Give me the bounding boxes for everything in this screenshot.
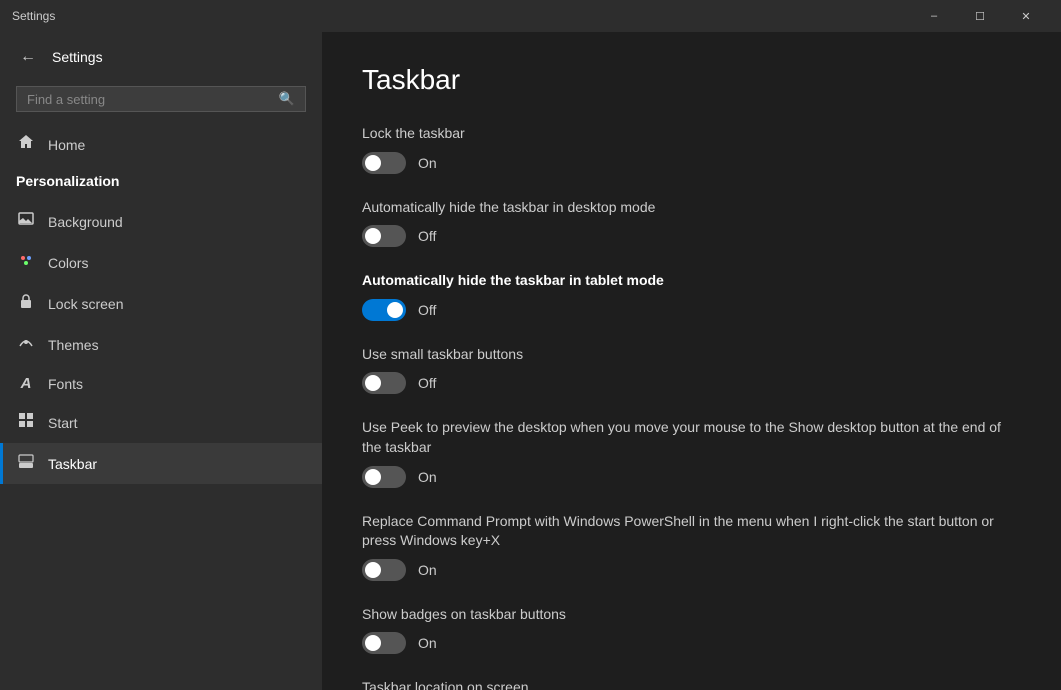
lock-taskbar-toggle[interactable]: [362, 152, 406, 174]
sidebar-item-lock-screen-label: Lock screen: [48, 296, 123, 312]
small-buttons-toggle[interactable]: [362, 372, 406, 394]
sidebar-item-background-label: Background: [48, 214, 123, 230]
setting-peek-preview: Use Peek to preview the desktop when you…: [362, 418, 1021, 487]
sidebar-item-colors-label: Colors: [48, 255, 88, 271]
peek-preview-toggle-thumb: [365, 469, 381, 485]
lock-taskbar-label: Lock the taskbar: [362, 124, 1021, 144]
small-buttons-toggle-row: Off: [362, 372, 1021, 394]
show-badges-toggle[interactable]: [362, 632, 406, 654]
titlebar-controls: – ☐ ✕: [911, 0, 1049, 32]
main-layout: ← Settings 🔍 Home Personalization: [0, 32, 1061, 690]
search-input[interactable]: [27, 92, 271, 107]
auto-hide-desktop-toggle-thumb: [365, 228, 381, 244]
content-area: Taskbar Lock the taskbar On Automaticall…: [322, 32, 1061, 690]
auto-hide-tablet-toggle-thumb: [387, 302, 403, 318]
replace-cmd-toggle-row: On: [362, 559, 1021, 581]
sidebar-item-themes-label: Themes: [48, 337, 99, 353]
show-badges-toggle-row: On: [362, 632, 1021, 654]
sidebar-item-background[interactable]: Background: [0, 201, 322, 242]
sidebar-item-home-label: Home: [48, 137, 85, 153]
replace-cmd-state: On: [418, 562, 437, 578]
small-buttons-toggle-thumb: [365, 375, 381, 391]
show-badges-toggle-thumb: [365, 635, 381, 651]
background-icon: [16, 211, 36, 232]
close-button[interactable]: ✕: [1003, 0, 1049, 32]
setting-taskbar-location: Taskbar location on screen Bottom ▾: [362, 678, 1021, 690]
search-box[interactable]: 🔍: [16, 86, 306, 112]
titlebar-title: Settings: [12, 9, 911, 23]
maximize-button[interactable]: ☐: [957, 0, 1003, 32]
sidebar-section-title: Personalization: [0, 165, 322, 201]
replace-cmd-toggle[interactable]: [362, 559, 406, 581]
titlebar: Settings – ☐ ✕: [0, 0, 1061, 32]
lock-taskbar-state: On: [418, 155, 437, 171]
setting-lock-taskbar: Lock the taskbar On: [362, 124, 1021, 174]
start-icon: [16, 412, 36, 433]
replace-cmd-toggle-thumb: [365, 562, 381, 578]
taskbar-icon: [16, 453, 36, 474]
auto-hide-tablet-label: Automatically hide the taskbar in tablet…: [362, 271, 1021, 291]
setting-show-badges: Show badges on taskbar buttons On: [362, 605, 1021, 655]
auto-hide-desktop-label: Automatically hide the taskbar in deskto…: [362, 198, 1021, 218]
auto-hide-desktop-toggle[interactable]: [362, 225, 406, 247]
setting-replace-cmd: Replace Command Prompt with Windows Powe…: [362, 512, 1021, 581]
sidebar-item-home[interactable]: Home: [0, 124, 322, 165]
show-badges-label: Show badges on taskbar buttons: [362, 605, 1021, 625]
replace-cmd-label: Replace Command Prompt with Windows Powe…: [362, 512, 1021, 551]
lock-taskbar-toggle-row: On: [362, 152, 1021, 174]
auto-hide-tablet-toggle-row: Off: [362, 299, 1021, 321]
sidebar-item-start[interactable]: Start: [0, 402, 322, 443]
page-title: Taskbar: [362, 64, 1021, 96]
sidebar-item-themes[interactable]: Themes: [0, 324, 322, 365]
small-buttons-label: Use small taskbar buttons: [362, 345, 1021, 365]
lock-screen-icon: [16, 293, 36, 314]
sidebar-item-lock-screen[interactable]: Lock screen: [0, 283, 322, 324]
peek-preview-state: On: [418, 469, 437, 485]
colors-icon: [16, 252, 36, 273]
show-badges-state: On: [418, 635, 437, 651]
sidebar-item-taskbar-label: Taskbar: [48, 456, 97, 472]
setting-auto-hide-desktop: Automatically hide the taskbar in deskto…: [362, 198, 1021, 248]
search-icon: 🔍: [279, 91, 295, 107]
auto-hide-desktop-state: Off: [418, 228, 436, 244]
sidebar-app-title: Settings: [52, 49, 103, 65]
taskbar-location-label: Taskbar location on screen: [362, 678, 1021, 690]
sidebar-item-colors[interactable]: Colors: [0, 242, 322, 283]
minimize-button[interactable]: –: [911, 0, 957, 32]
back-button[interactable]: ←: [16, 44, 40, 70]
small-buttons-state: Off: [418, 375, 436, 391]
sidebar-item-taskbar[interactable]: Taskbar: [0, 443, 322, 484]
sidebar-item-start-label: Start: [48, 415, 78, 431]
lock-taskbar-toggle-thumb: [365, 155, 381, 171]
auto-hide-desktop-toggle-row: Off: [362, 225, 1021, 247]
peek-preview-toggle[interactable]: [362, 466, 406, 488]
home-icon: [16, 134, 36, 155]
sidebar-item-fonts[interactable]: A Fonts: [0, 365, 322, 402]
peek-preview-toggle-row: On: [362, 466, 1021, 488]
sidebar: ← Settings 🔍 Home Personalization: [0, 32, 322, 690]
setting-small-buttons: Use small taskbar buttons Off: [362, 345, 1021, 395]
sidebar-item-fonts-label: Fonts: [48, 376, 83, 392]
fonts-icon: A: [16, 375, 36, 392]
peek-preview-label: Use Peek to preview the desktop when you…: [362, 418, 1021, 457]
auto-hide-tablet-toggle[interactable]: [362, 299, 406, 321]
themes-icon: [16, 334, 36, 355]
auto-hide-tablet-state: Off: [418, 302, 436, 318]
setting-auto-hide-tablet: Automatically hide the taskbar in tablet…: [362, 271, 1021, 321]
sidebar-top: ← Settings: [0, 32, 322, 82]
